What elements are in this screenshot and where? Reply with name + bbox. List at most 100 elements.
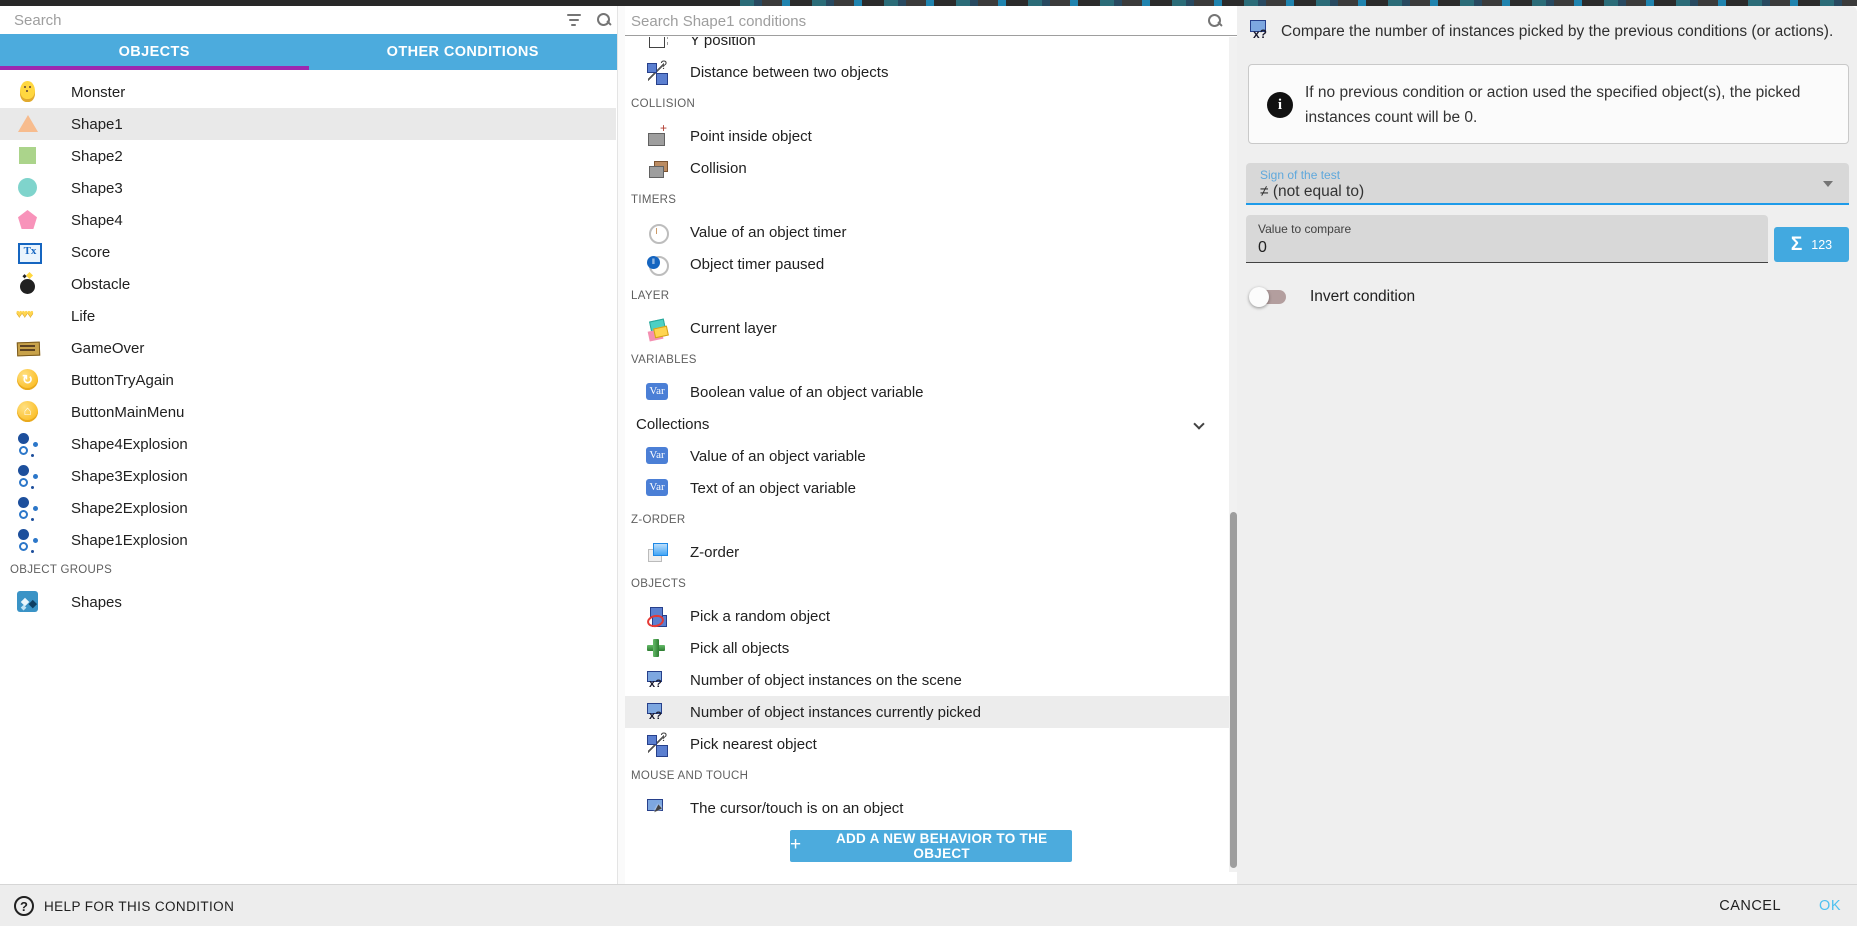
category-header: MOUSE AND TOUCH <box>625 760 1229 792</box>
cancel-button[interactable]: CANCEL <box>1719 898 1781 914</box>
condition-item[interactable]: Y position <box>625 37 1229 56</box>
object-list-item[interactable]: GameOver <box>0 332 616 364</box>
tab-objects[interactable]: OBJECTS <box>0 34 309 70</box>
object-label: Life <box>71 308 95 325</box>
chevron-down-icon[interactable] <box>1193 418 1204 429</box>
dialog-footer: ? HELP FOR THIS CONDITION CANCEL OK <box>0 884 1857 926</box>
help-label: HELP FOR THIS CONDITION <box>44 899 234 914</box>
object-list-item[interactable]: ButtonMainMenu <box>0 396 616 428</box>
category-header: VARIABLES <box>625 344 1229 376</box>
count-instances-icon <box>646 669 668 691</box>
invert-condition-toggle[interactable] <box>1252 290 1286 304</box>
object-list-item[interactable]: Shape2 <box>0 140 616 172</box>
shape2-square-icon <box>16 144 40 168</box>
condition-label: Number of object instances on the scene <box>690 672 962 689</box>
invert-condition-label: Invert condition <box>1310 288 1415 306</box>
condition-label: Collision <box>690 160 747 177</box>
y-position-icon <box>646 37 668 51</box>
search-icon[interactable] <box>1207 13 1223 29</box>
sign-of-test-select[interactable]: Sign of the test ≠ (not equal to) <box>1246 163 1849 205</box>
conditions-scrollbar-thumb[interactable] <box>1230 512 1237 868</box>
object-list-item[interactable]: Score <box>0 236 616 268</box>
condition-item[interactable]: Object timer paused <box>625 248 1229 280</box>
condition-label: Current layer <box>690 320 777 337</box>
condition-item[interactable]: Value of an object timer <box>625 216 1229 248</box>
search-icon[interactable] <box>596 12 612 28</box>
category-header: LAYER <box>625 280 1229 312</box>
tab-other-conditions[interactable]: OTHER CONDITIONS <box>309 34 618 70</box>
category-header: Z-ORDER <box>625 504 1229 536</box>
object-list-item[interactable]: Shape3 <box>0 172 616 204</box>
collision-icon <box>646 157 668 179</box>
object-list-item[interactable]: Shape3Explosion <box>0 460 616 492</box>
condition-item[interactable]: Z-order <box>625 536 1229 568</box>
condition-item[interactable]: Text of an object variable <box>625 472 1229 504</box>
condition-item[interactable]: Pick all objects <box>625 632 1229 664</box>
object-list-item[interactable]: Shape1 <box>0 108 616 140</box>
chevron-down-icon <box>1823 181 1833 187</box>
object-list-item[interactable]: Shapes <box>0 584 616 620</box>
gameover-icon <box>16 336 40 360</box>
condition-item[interactable]: Number of object instances currently pic… <box>625 696 1229 728</box>
conditions-list: Y positionDistance between two objectsCO… <box>625 37 1229 872</box>
condition-description: Compare the number of instances picked b… <box>1281 18 1833 43</box>
object-list-item[interactable]: Shape4Explosion <box>0 428 616 460</box>
condition-label: Distance between two objects <box>690 64 888 81</box>
conditions-scrollbar-track[interactable] <box>1229 37 1237 872</box>
subcategory-row[interactable]: Collections <box>625 408 1229 440</box>
var-icon <box>646 381 668 403</box>
ok-button[interactable]: OK <box>1819 898 1841 914</box>
obstacle-bomb-icon <box>16 272 40 296</box>
condition-item[interactable]: Pick a random object <box>625 600 1229 632</box>
conditions-panel: Y positionDistance between two objectsCO… <box>625 6 1237 884</box>
condition-item[interactable]: Collision <box>625 152 1229 184</box>
condition-item[interactable]: Value of an object variable <box>625 440 1229 472</box>
object-list-item[interactable]: Monster <box>0 76 616 108</box>
add-behavior-button[interactable]: + ADD A NEW BEHAVIOR TO THE OBJECT <box>790 830 1072 862</box>
var-icon <box>646 445 668 467</box>
object-label: Shape4 <box>71 212 123 229</box>
distance-icon <box>646 61 668 83</box>
object-list-item[interactable]: Shape1Explosion <box>0 524 616 556</box>
pick-all-icon <box>646 637 668 659</box>
object-list-item[interactable]: Life <box>0 300 616 332</box>
help-for-condition-link[interactable]: ? HELP FOR THIS CONDITION <box>14 885 234 927</box>
object-label: Shape1Explosion <box>71 532 188 549</box>
condition-item[interactable]: Pick nearest object <box>625 728 1229 760</box>
condition-label: Collections <box>636 416 709 433</box>
condition-item[interactable]: Distance between two objects <box>625 56 1229 88</box>
var-icon <box>646 477 668 499</box>
object-list-item[interactable]: ButtonTryAgain <box>0 364 616 396</box>
condition-label: Value of an object timer <box>690 224 846 241</box>
condition-label: Point inside object <box>690 128 812 145</box>
object-groups-header: OBJECT GROUPS <box>0 556 616 584</box>
condition-item[interactable]: Number of object instances on the scene <box>625 664 1229 696</box>
conditions-search-bar <box>625 6 1237 36</box>
value-to-compare-value: 0 <box>1258 239 1267 257</box>
object-list-item[interactable]: Obstacle <box>0 268 616 300</box>
sign-of-test-label: Sign of the test <box>1260 168 1340 182</box>
info-text: If no previous condition or action used … <box>1305 80 1824 130</box>
cursor-on-object-icon <box>646 797 668 819</box>
object-list-item[interactable]: Shape4 <box>0 204 616 236</box>
condition-item[interactable]: Point inside object <box>625 120 1229 152</box>
layers-icon <box>646 317 668 339</box>
condition-item[interactable]: Current layer <box>625 312 1229 344</box>
object-label: Score <box>71 244 110 261</box>
z-order-icon <box>646 541 668 563</box>
object-list-item[interactable]: Shape2Explosion <box>0 492 616 524</box>
expression-builder-button[interactable]: Σ 123 <box>1774 227 1849 262</box>
condition-label: Boolean value of an object variable <box>690 384 924 401</box>
object-label: Obstacle <box>71 276 130 293</box>
condition-label: Pick a random object <box>690 608 830 625</box>
info-box: i If no previous condition or action use… <box>1248 64 1849 144</box>
condition-item[interactable]: Boolean value of an object variable <box>625 376 1229 408</box>
objects-tabs: OBJECTS OTHER CONDITIONS <box>0 34 617 70</box>
filter-icon[interactable] <box>566 13 582 27</box>
shape4-pentagon-icon <box>16 208 40 232</box>
condition-item[interactable]: The cursor/touch is on an object <box>625 792 1229 824</box>
objects-search-input[interactable] <box>14 8 534 32</box>
conditions-search-input[interactable] <box>631 9 1191 33</box>
pick-nearest-icon <box>646 733 668 755</box>
value-to-compare-field[interactable]: Value to compare 0 <box>1246 215 1768 263</box>
